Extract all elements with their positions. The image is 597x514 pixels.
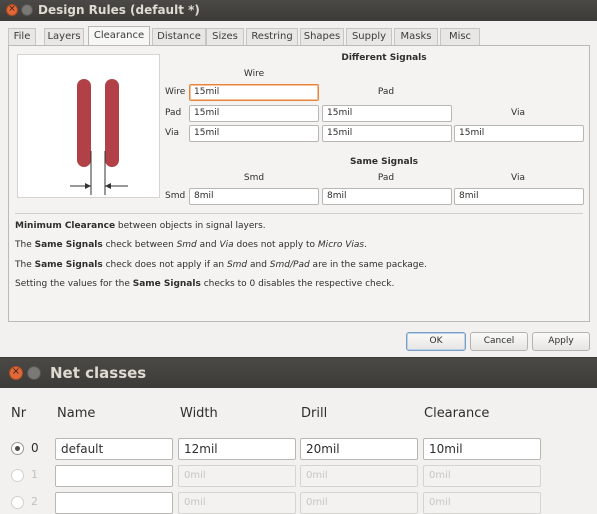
tab-clearance[interactable]: Clearance bbox=[88, 26, 150, 47]
tab-masks[interactable]: Masks bbox=[394, 28, 438, 46]
close-icon: × bbox=[8, 4, 16, 14]
pad-wire-clearance-input[interactable]: 15mil bbox=[189, 105, 319, 122]
tab-bar: File Layers Clearance Distance Sizes Res… bbox=[8, 26, 588, 47]
info-line-1: Minimum Clearance between objects in sig… bbox=[15, 221, 266, 231]
close-window-button[interactable]: × bbox=[6, 4, 18, 16]
via-wire-clearance-input[interactable]: 15mil bbox=[189, 125, 319, 142]
col-header-pad: Pad bbox=[377, 87, 395, 97]
net-class-0-drill-input[interactable]: 20mil bbox=[300, 438, 418, 460]
ok-button[interactable]: OK bbox=[406, 332, 466, 351]
separator bbox=[15, 213, 583, 214]
net-class-1-drill-input[interactable]: 0mil bbox=[300, 465, 418, 487]
row-label-wire: Wire bbox=[165, 87, 186, 97]
different-signals-heading: Different Signals bbox=[341, 53, 427, 63]
clearance-dimension-arrows bbox=[70, 151, 128, 195]
net-classes-window: × Net classes Nr Name Width Drill Cleara… bbox=[0, 358, 597, 514]
net-class-2-nr: 2 bbox=[31, 495, 38, 508]
header-clearance: Clearance bbox=[424, 406, 490, 421]
tab-supply[interactable]: Supply bbox=[346, 28, 392, 46]
clearance-panel: Different Signals Wire Pad Via Wire 15mi… bbox=[8, 45, 590, 322]
minimize-window-button[interactable] bbox=[27, 366, 41, 380]
smd-via-clearance-input[interactable]: 8mil bbox=[454, 188, 584, 205]
header-width: Width bbox=[180, 406, 218, 421]
net-class-0-nr: 0 bbox=[31, 441, 39, 455]
wire-wire-clearance-input[interactable]: 15mil bbox=[189, 84, 319, 101]
net-class-0-radio[interactable] bbox=[11, 442, 24, 455]
net-classes-title: Net classes bbox=[50, 364, 147, 382]
net-class-2-drill-input[interactable]: 0mil bbox=[300, 492, 418, 514]
window-title: Design Rules (default *) bbox=[38, 3, 200, 17]
net-class-1-width-input[interactable]: 0mil bbox=[178, 465, 296, 487]
header-name: Name bbox=[57, 406, 96, 421]
row-label-via: Via bbox=[165, 128, 179, 138]
same-signals-heading: Same Signals bbox=[349, 157, 419, 167]
design-rules-window: × Design Rules (default *) File Layers C… bbox=[0, 0, 597, 357]
col-header-same-via: Via bbox=[511, 173, 525, 183]
net-class-2-clearance-input[interactable]: 0mil bbox=[423, 492, 541, 514]
row-label-pad: Pad bbox=[165, 108, 182, 118]
col-header-via: Via bbox=[511, 108, 525, 118]
clearance-illustration bbox=[17, 54, 160, 198]
header-drill: Drill bbox=[301, 406, 328, 421]
close-window-button[interactable]: × bbox=[9, 366, 23, 380]
info-line-4: Setting the values for the Same Signals … bbox=[15, 279, 395, 289]
tab-distance[interactable]: Distance bbox=[152, 28, 206, 46]
net-classes-title-bar: × Net classes bbox=[0, 358, 597, 388]
info-line-3: The Same Signals check does not apply if… bbox=[15, 260, 427, 270]
tab-layers[interactable]: Layers bbox=[44, 28, 84, 46]
pad-pad-clearance-input[interactable]: 15mil bbox=[322, 105, 452, 122]
net-class-0-clearance-input[interactable]: 10mil bbox=[423, 438, 541, 460]
net-class-0-name-input[interactable]: default bbox=[55, 438, 173, 460]
header-nr: Nr bbox=[11, 406, 27, 421]
col-header-wire: Wire bbox=[243, 69, 265, 79]
via-via-clearance-input[interactable]: 15mil bbox=[454, 125, 584, 142]
net-class-2-name-input[interactable] bbox=[55, 492, 173, 514]
tab-sizes[interactable]: Sizes bbox=[206, 28, 244, 46]
info-line-2: The Same Signals check between Smd and V… bbox=[15, 240, 367, 250]
net-class-1-radio[interactable] bbox=[11, 469, 24, 482]
smd-smd-clearance-input[interactable]: 8mil bbox=[189, 188, 319, 205]
col-header-same-pad: Pad bbox=[377, 173, 395, 183]
apply-button[interactable]: Apply bbox=[532, 332, 590, 351]
tab-restring[interactable]: Restring bbox=[246, 28, 298, 46]
cancel-button[interactable]: Cancel bbox=[470, 332, 528, 351]
net-class-1-clearance-input[interactable]: 0mil bbox=[423, 465, 541, 487]
smd-pad-clearance-input[interactable]: 8mil bbox=[322, 188, 452, 205]
title-bar: × Design Rules (default *) bbox=[0, 0, 597, 21]
col-header-smd: Smd bbox=[243, 173, 265, 183]
via-pad-clearance-input[interactable]: 15mil bbox=[322, 125, 452, 142]
row-label-smd: Smd bbox=[165, 191, 186, 201]
minimize-window-button[interactable] bbox=[21, 4, 33, 16]
tab-shapes[interactable]: Shapes bbox=[300, 28, 344, 46]
tab-misc[interactable]: Misc bbox=[440, 28, 480, 46]
net-class-1-name-input[interactable] bbox=[55, 465, 173, 487]
net-class-2-width-input[interactable]: 0mil bbox=[178, 492, 296, 514]
net-class-1-nr: 1 bbox=[31, 468, 38, 481]
net-class-2-radio[interactable] bbox=[11, 496, 24, 509]
close-icon: × bbox=[11, 366, 21, 377]
net-class-0-width-input[interactable]: 12mil bbox=[178, 438, 296, 460]
tab-file[interactable]: File bbox=[8, 28, 36, 46]
